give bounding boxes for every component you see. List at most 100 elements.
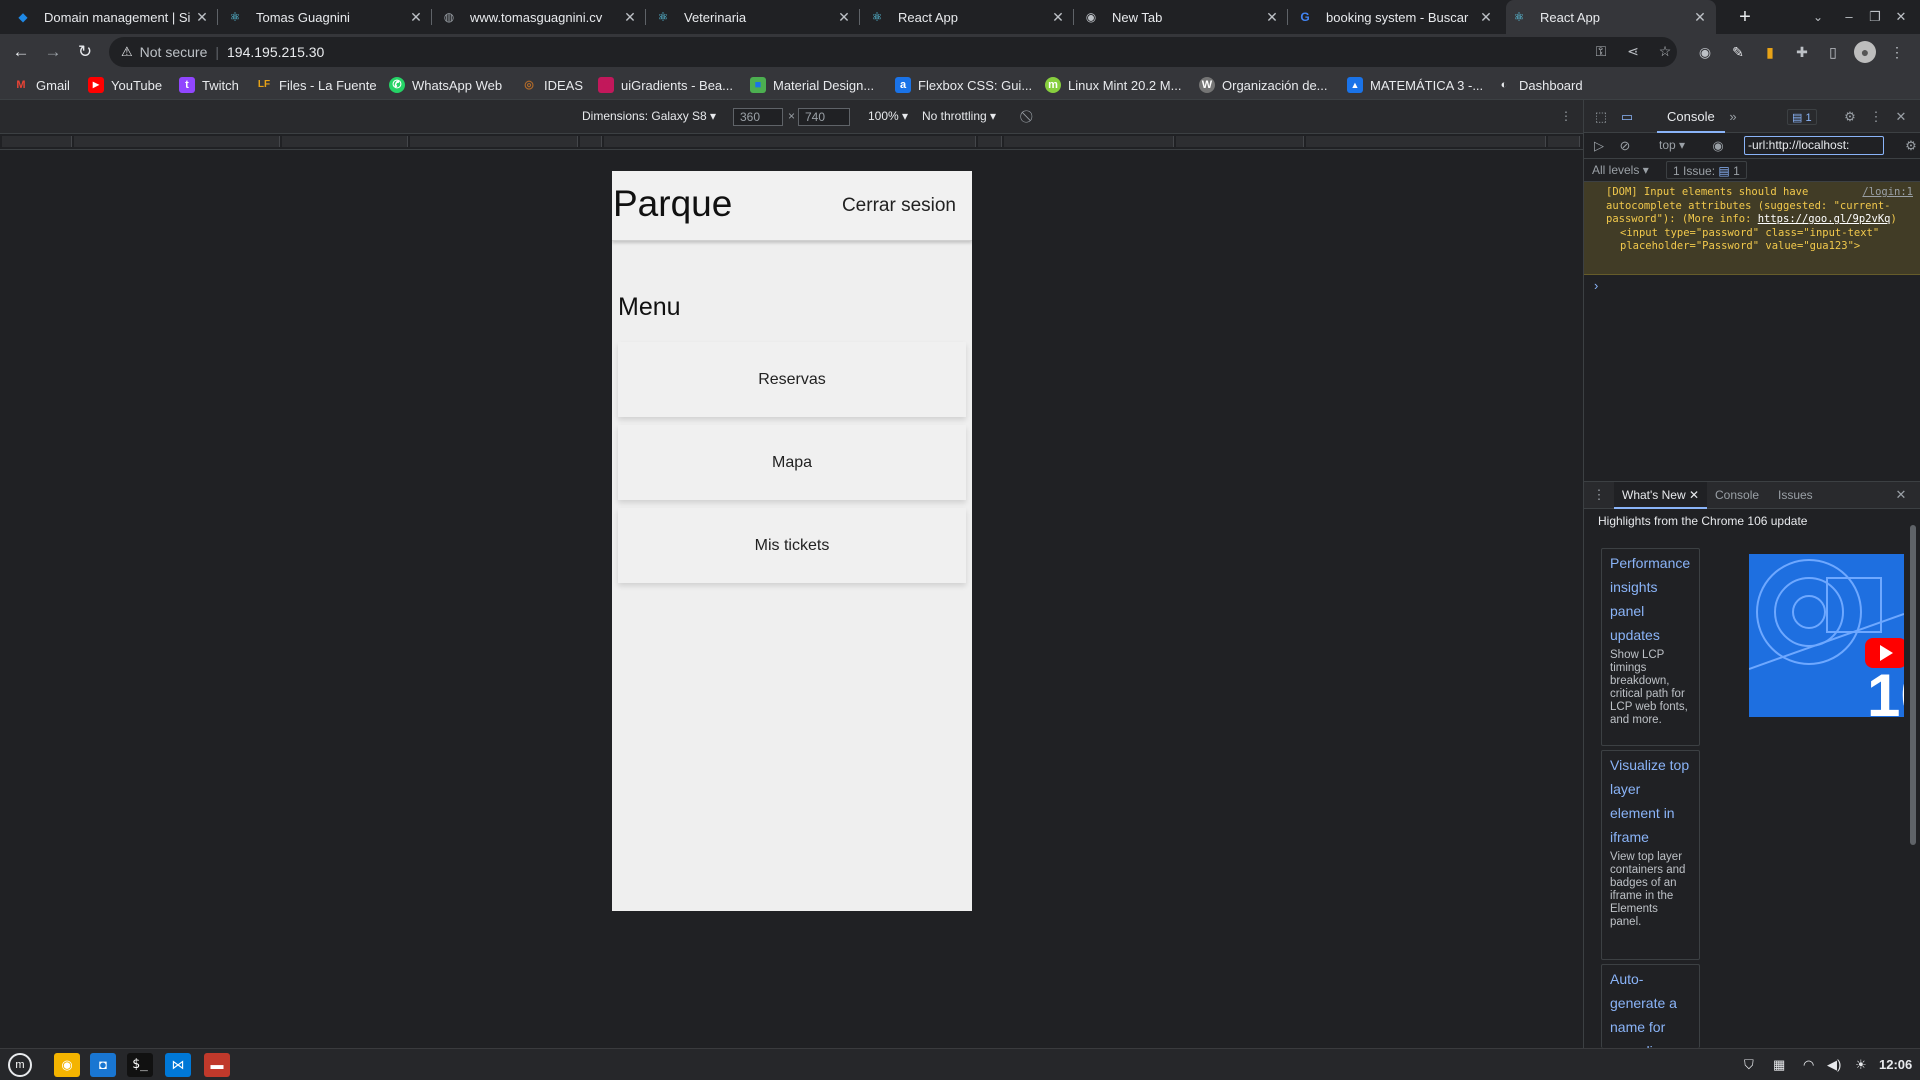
menu-kebab-icon[interactable]: ⋮ — [1886, 41, 1908, 63]
warning-info-link[interactable]: https://goo.gl/9p2vKq — [1758, 213, 1891, 225]
menu-item-mapa[interactable]: Mapa — [618, 425, 966, 500]
close-tab-icon[interactable]: ✕ — [1692, 9, 1708, 26]
media-query-segment[interactable] — [2, 136, 72, 147]
media-query-segment[interactable] — [1176, 136, 1304, 147]
media-query-segment[interactable] — [410, 136, 578, 147]
warning-source-link[interactable]: /login:1 — [1862, 186, 1913, 200]
keyboard-layout-flag-icon[interactable]: ▦ — [1773, 1057, 1785, 1073]
throttling-dropdown[interactable]: No throttling ▾ — [922, 109, 996, 123]
chrome-icon[interactable]: ◉ — [54, 1053, 80, 1077]
live-expression-eye-icon[interactable]: ◉ — [1709, 137, 1727, 155]
close-tab-icon[interactable]: ✕ — [622, 9, 638, 26]
browser-tab[interactable]: ⚛ Veterinaria ✕ — [650, 0, 860, 34]
new-tab-icon[interactable]: + — [1732, 4, 1758, 30]
tab-console[interactable]: Console — [1657, 100, 1725, 133]
menu-item-reservas[interactable]: Reservas — [618, 342, 966, 417]
console-settings-gear-icon[interactable]: ⚙ — [1902, 137, 1920, 155]
mint-menu-icon[interactable]: m — [8, 1053, 32, 1077]
context-dropdown[interactable]: top ▾ — [1659, 138, 1685, 152]
whats-new-card[interactable]: Visualize top layer element in iframe Vi… — [1601, 750, 1700, 960]
tab-drawer-issues[interactable]: Issues — [1770, 482, 1821, 509]
bookmark-twitch[interactable]: t Twitch — [179, 76, 239, 94]
console-prompt[interactable]: › — [1594, 278, 1598, 293]
media-query-segment[interactable] — [604, 136, 976, 147]
terminal-icon[interactable]: $_ — [127, 1053, 153, 1077]
url-text[interactable]: 194.195.215.30 — [227, 44, 324, 60]
close-tab-icon[interactable]: ✕ — [194, 9, 210, 26]
device-options-kebab-icon[interactable]: ⋮ — [1560, 109, 1572, 123]
security-label[interactable]: Not secure — [140, 44, 208, 60]
bookmark-uigradients[interactable]: ■ uiGradients - Bea... — [598, 76, 733, 94]
close-drawer-icon[interactable]: ✕ — [1892, 486, 1910, 504]
drawer-menu-kebab-icon[interactable]: ⋮ — [1590, 486, 1608, 504]
logout-link[interactable]: Cerrar sesion — [842, 195, 956, 217]
bookmark-flexbox[interactable]: a Flexbox CSS: Gui... — [895, 76, 1032, 94]
warning-code-snippet[interactable]: <input type="password" class="input-text… — [1606, 227, 1913, 254]
whats-new-card[interactable]: Performance insights panel updates Show … — [1601, 548, 1700, 746]
bookmark-youtube[interactable]: ▶ YouTube — [88, 76, 162, 94]
browser-tab[interactable]: G booking system - Buscar ✕ — [1292, 0, 1502, 34]
devtools-menu-kebab-icon[interactable]: ⋮ — [1867, 108, 1885, 126]
issues-button[interactable]: 1 Issue: ▤ 1 — [1666, 161, 1747, 179]
inspect-element-icon[interactable]: ⬚ — [1592, 108, 1610, 126]
media-query-segment[interactable] — [1004, 136, 1174, 147]
incognito-extension-icon[interactable]: ◉ — [1694, 41, 1716, 63]
tab-whats-new[interactable]: What's New ✕ — [1614, 482, 1708, 509]
console-warning-message[interactable]: /login:1 [DOM] Input elements should hav… — [1584, 182, 1920, 275]
clear-console-icon[interactable]: ⊘ — [1616, 137, 1634, 155]
media-query-segment[interactable] — [978, 136, 1002, 147]
volume-icon[interactable]: ◀) — [1827, 1057, 1841, 1073]
maximize-icon[interactable]: ❐ — [1864, 6, 1886, 28]
avatar[interactable]: ● — [1854, 41, 1876, 63]
whats-new-card-title[interactable]: Visualize top layer element in iframe — [1610, 753, 1691, 849]
eyedropper-extension-icon[interactable]: ✎ — [1727, 41, 1749, 63]
bookmark-linux-mint[interactable]: m Linux Mint 20.2 M... — [1045, 76, 1181, 94]
bookmark-whatsapp[interactable]: ✆ WhatsApp Web — [389, 76, 502, 94]
log-levels-dropdown[interactable]: All levels ▾ — [1592, 163, 1649, 177]
extensions-icon[interactable]: ✚ — [1791, 41, 1813, 63]
bookmark-star-icon[interactable]: ☆ — [1655, 41, 1675, 61]
clock[interactable]: 12:06 — [1879, 1057, 1912, 1072]
address-bar[interactable]: ⚠ Not secure | 194.195.215.30 — [109, 37, 1677, 67]
bookmark-matematica[interactable]: ▲ MATEMÁTICA 3 -... — [1347, 76, 1483, 94]
lock-extension-icon[interactable]: ▮ — [1759, 41, 1781, 63]
device-toggle-icon[interactable]: ▭ — [1618, 108, 1636, 126]
close-window-icon[interactable]: ✕ — [1890, 6, 1912, 28]
media-query-segment[interactable] — [282, 136, 408, 147]
browser-tab[interactable]: ◉ New Tab ✕ — [1078, 0, 1288, 34]
close-tab-icon[interactable]: ✕ — [1478, 9, 1494, 26]
width-input[interactable]: 360 — [733, 108, 783, 126]
browser-tab[interactable]: ⚛ Tomas Guagnini ✕ — [222, 0, 432, 34]
folder-icon[interactable]: ▬ — [204, 1053, 230, 1077]
vscode-icon[interactable]: ⋈ — [165, 1053, 191, 1077]
side-panel-icon[interactable]: ▯ — [1822, 41, 1844, 63]
media-query-segment[interactable] — [1306, 136, 1546, 147]
dimensions-dropdown[interactable]: Dimensions: Galaxy S8 ▾ — [582, 109, 716, 123]
sidebar-toggle-icon[interactable]: ▷ — [1590, 137, 1608, 155]
forward-icon[interactable]: → — [41, 40, 65, 64]
drawer-scrollbar[interactable] — [1910, 525, 1916, 845]
bookmark-gmail[interactable]: M Gmail — [13, 76, 70, 94]
whats-new-card[interactable]: Auto-generate a name for recording — [1601, 964, 1700, 1048]
wifi-icon[interactable]: ◠ — [1803, 1057, 1814, 1073]
close-tab-icon[interactable]: ✕ — [408, 9, 424, 26]
shield-icon[interactable]: ⛉ — [1744, 1057, 1754, 1073]
menu-item-mis-tickets[interactable]: Mis tickets — [618, 508, 966, 583]
media-query-segment[interactable] — [74, 136, 280, 147]
key-icon[interactable]: ⚿ — [1591, 41, 1611, 61]
settings-gear-icon[interactable]: ⚙ — [1841, 108, 1859, 126]
share-icon[interactable]: ⋖ — [1623, 41, 1643, 61]
whats-new-video-thumbnail[interactable]: 10 — [1749, 554, 1904, 717]
browser-tab[interactable]: ◆ Domain management | Si ✕ — [10, 0, 218, 34]
browser-tab[interactable]: ⚛ React App ✕ — [864, 0, 1074, 34]
whats-new-card-title[interactable]: Performance insights panel updates — [1610, 551, 1691, 647]
close-devtools-icon[interactable]: ✕ — [1892, 108, 1910, 126]
close-tab-icon[interactable]: ✕ — [836, 9, 852, 26]
browser-tab[interactable]: ◍ www.tomasguagnini.cv ✕ — [436, 0, 646, 34]
bookmark-dashboard[interactable]: ◐ Dashboard — [1496, 76, 1583, 94]
media-query-segment[interactable] — [1548, 136, 1580, 147]
bookmark-material-design[interactable]: ■ Material Design... — [750, 76, 874, 94]
brightness-icon[interactable]: ☀ — [1855, 1057, 1867, 1073]
whats-new-card-title[interactable]: Auto-generate a name for recording — [1610, 967, 1691, 1048]
tab-search-icon[interactable]: ⌄ — [1808, 4, 1828, 30]
